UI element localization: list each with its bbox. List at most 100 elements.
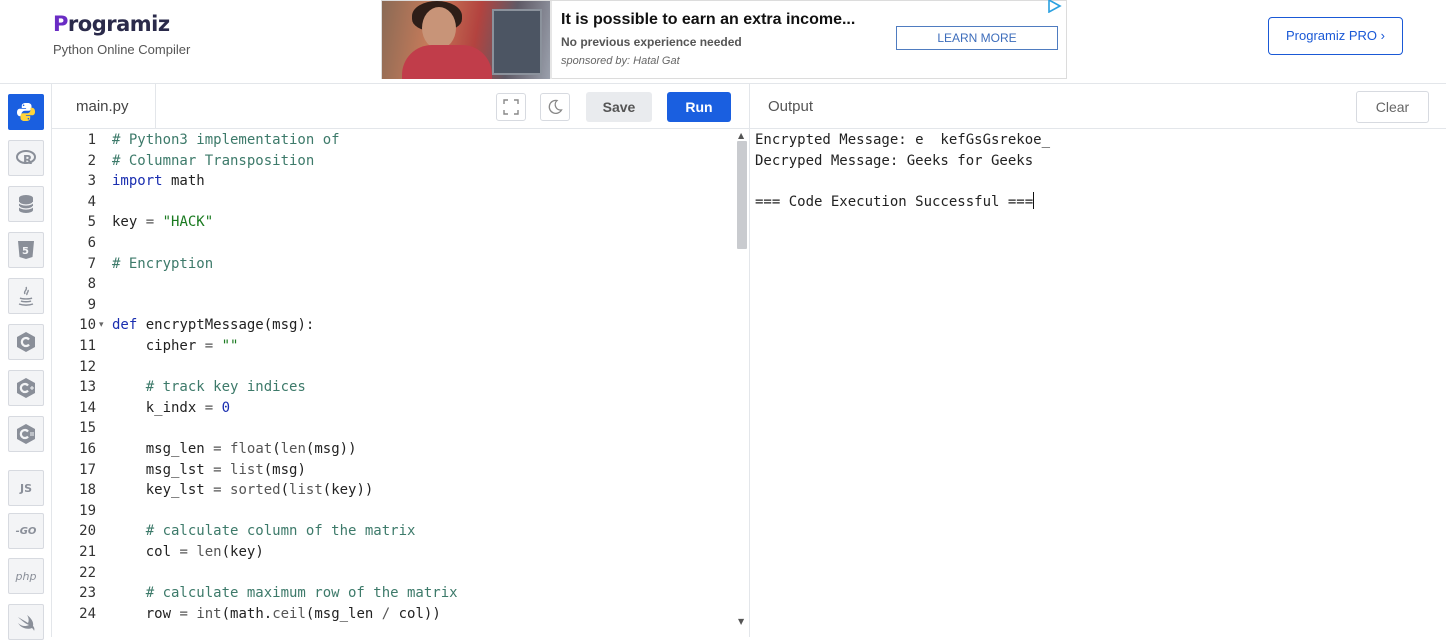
moon-icon xyxy=(548,99,563,114)
dark-mode-button[interactable] xyxy=(540,93,570,121)
code-token: = xyxy=(179,605,188,622)
run-button[interactable]: Run xyxy=(667,92,731,122)
code-token: ceil xyxy=(272,605,306,622)
sidebar-item-cpp[interactable] xyxy=(8,370,44,406)
sidebar-item-html[interactable]: 5 xyxy=(8,232,44,268)
scroll-up-icon[interactable]: ▲ xyxy=(738,131,744,140)
code-token: (key)) xyxy=(322,482,374,499)
sidebar-item-python[interactable] xyxy=(8,94,44,130)
output-panel[interactable]: Encrypted Message: e kefGsGsrekoe_ Decryp… xyxy=(749,129,1446,637)
code-token: (math. xyxy=(221,605,273,622)
sidebar-item-r[interactable]: R xyxy=(8,140,44,176)
code-editor[interactable]: 1 2 3 4 5 6 7 8 9 10 ▾ 11 12 13 14 15 16 17 18 19 20 21 22 23 24… xyxy=(52,129,749,637)
code-token: sorted xyxy=(230,482,281,499)
code-token: = xyxy=(213,461,222,478)
code-line[interactable]: # Encryption xyxy=(112,254,213,275)
line-number: 15 xyxy=(79,420,96,437)
code-token: key_lst xyxy=(112,482,214,499)
svg-text:R: R xyxy=(23,153,32,167)
code-token: # calculate column of the matrix xyxy=(112,523,416,540)
output-line: === Code Execution Successful === xyxy=(755,191,1035,210)
code-token: # Columnar Transposition xyxy=(112,152,315,169)
code-token: def xyxy=(112,317,138,334)
code-token: / xyxy=(381,605,391,622)
editor-scrollbar-thumb[interactable] xyxy=(737,141,747,249)
code-token: = xyxy=(204,338,214,354)
line-number: 19 xyxy=(79,502,96,519)
sidebar-item-js[interactable]: JS xyxy=(8,470,44,506)
sidebar-item-php[interactable]: php xyxy=(8,558,44,594)
save-button[interactable]: Save xyxy=(586,92,652,122)
sidebar-item-c[interactable] xyxy=(8,324,44,360)
code-token: = xyxy=(179,544,188,560)
code-token: = xyxy=(145,214,155,231)
code-line[interactable]: # Python3 implementation of xyxy=(112,130,340,151)
line-number: 8 xyxy=(87,276,96,293)
programiz-logo[interactable]: Programiz Python Online Compiler xyxy=(53,12,190,57)
code-token: math xyxy=(162,173,205,190)
sidebar-item-java[interactable] xyxy=(8,278,44,314)
fold-toggle-icon[interactable]: ▾ xyxy=(99,320,104,330)
line-number: 21 xyxy=(79,544,96,560)
code-line[interactable]: msg_lst = list(msg) xyxy=(112,460,306,481)
code-line[interactable]: k_indx = 0 xyxy=(112,398,230,419)
line-number: 5 xyxy=(87,214,96,231)
code-token: cipher xyxy=(112,338,205,354)
output-title: Output xyxy=(768,98,814,115)
adchoices-icon[interactable] xyxy=(1046,0,1062,13)
code-token: = xyxy=(204,399,214,416)
code-line[interactable]: key_lst = sorted(list(key)) xyxy=(112,480,374,501)
code-token: int xyxy=(196,605,222,622)
csharp-icon xyxy=(17,424,35,444)
ad-image[interactable] xyxy=(382,1,550,79)
line-number: 2 xyxy=(87,152,96,169)
code-token: col)) xyxy=(390,605,441,622)
code-line[interactable]: row = int(math.ceil(msg_len / col)) xyxy=(112,604,441,625)
sidebar-item-sql[interactable] xyxy=(8,186,44,222)
code-token: msg_lst xyxy=(112,461,214,478)
text-cursor xyxy=(1033,191,1035,209)
html5-icon: 5 xyxy=(18,241,34,259)
code-line[interactable]: import math xyxy=(112,171,205,192)
fullscreen-icon xyxy=(503,99,519,115)
php-icon: php xyxy=(15,569,37,583)
code-token: list xyxy=(289,482,323,499)
ad-learn-more-button[interactable]: LEARN MORE xyxy=(896,26,1058,50)
fullscreen-button[interactable] xyxy=(496,93,526,121)
code-token: = xyxy=(213,441,222,457)
line-number: 3 xyxy=(87,173,96,190)
code-token: # Encryption xyxy=(112,255,214,272)
code-line[interactable]: msg_len = float(len(msg)) xyxy=(112,439,357,460)
code-line[interactable]: cipher = "" xyxy=(112,336,239,357)
code-token: "HACK" xyxy=(162,214,214,231)
tab-main-py[interactable]: main.py xyxy=(52,84,156,128)
logo-mark: P xyxy=(53,12,68,36)
ad-title[interactable]: It is possible to earn an extra income..… xyxy=(561,11,855,29)
logo-subtitle: Python Online Compiler xyxy=(53,42,191,57)
code-token: "" xyxy=(221,338,239,354)
code-line[interactable]: col = len(key) xyxy=(112,542,264,563)
code-line[interactable]: def encryptMessage(msg): xyxy=(112,315,314,336)
programiz-pro-button[interactable]: Programiz PRO › xyxy=(1268,17,1403,55)
clear-button[interactable]: Clear xyxy=(1356,91,1429,123)
line-number: 9 xyxy=(87,296,96,313)
logo-text: Programiz xyxy=(53,12,190,36)
code-line[interactable]: # calculate maximum row of the matrix xyxy=(112,583,458,604)
sidebar-item-go[interactable]: -GO xyxy=(8,513,44,549)
line-number: 16 xyxy=(79,441,96,457)
code-line[interactable]: # calculate column of the matrix xyxy=(112,521,416,542)
code-line[interactable]: key = "HACK" xyxy=(112,212,213,233)
sidebar-item-csharp[interactable] xyxy=(8,416,44,452)
scroll-down-icon[interactable]: ▼ xyxy=(738,617,744,626)
sidebar-item-swift[interactable] xyxy=(8,604,44,640)
code-token: (msg)) xyxy=(305,441,357,457)
advertisement-banner[interactable]: It is possible to earn an extra income..… xyxy=(381,0,1067,79)
code-line[interactable]: # Columnar Transposition xyxy=(112,151,314,172)
code-line[interactable]: # track key indices xyxy=(112,377,306,398)
editor-scrollbar[interactable]: ▲ ▼ xyxy=(735,129,749,637)
line-number: 6 xyxy=(87,235,96,251)
